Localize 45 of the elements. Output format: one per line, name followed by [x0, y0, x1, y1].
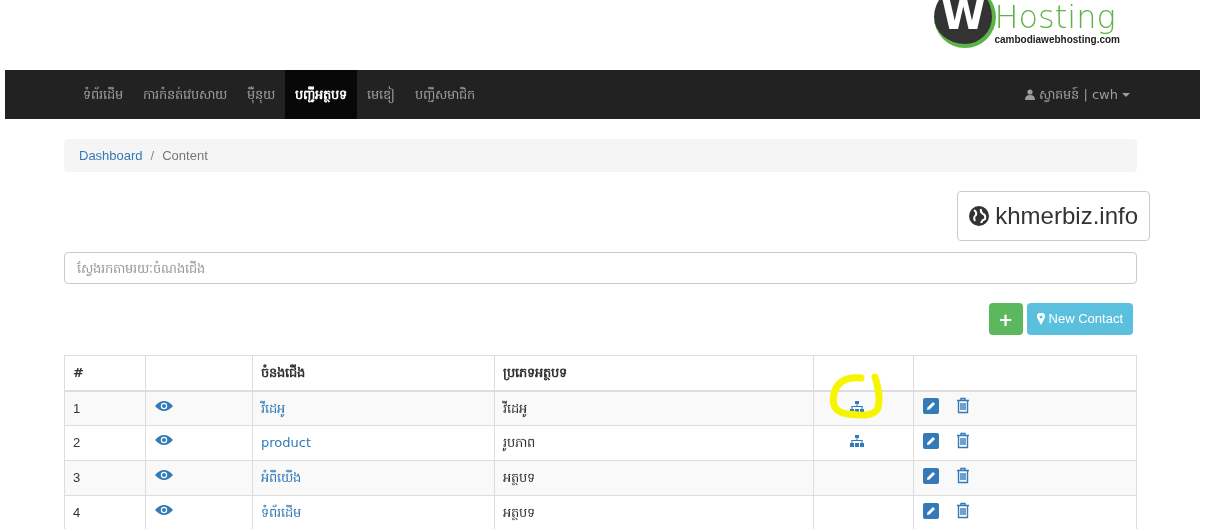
title-link[interactable]: អំពីយើង	[261, 470, 301, 486]
eye-icon[interactable]	[154, 433, 174, 448]
user-menu[interactable]: ស្វាគមន៍ | cwh	[1039, 84, 1118, 105]
eye-icon[interactable]	[154, 398, 174, 413]
eye-icon[interactable]	[154, 468, 174, 483]
row-number: 2	[73, 435, 81, 451]
edit-icon[interactable]	[923, 397, 939, 414]
logo: W Hosting cambodiawebhosting.com	[934, 0, 1120, 46]
type-cell: រូបភាព	[503, 435, 535, 451]
trash-icon[interactable]	[956, 467, 970, 484]
search-field[interactable]: ស្វែងរកតាមរយៈចំណងជើង	[64, 252, 1137, 284]
column-header: ចំនងជើង	[261, 365, 305, 380]
breadcrumb-separator: /	[150, 146, 155, 165]
type-cell: វីដេអូ	[503, 400, 527, 416]
edit-icon[interactable]	[923, 467, 939, 484]
type-cell: អត្ថបទ	[503, 470, 535, 486]
trash-icon[interactable]	[956, 432, 970, 449]
eye-icon[interactable]	[154, 503, 174, 518]
column-header: #	[73, 365, 84, 380]
column-header: ប្រភេទអត្ថបទ	[503, 365, 567, 380]
nav-link[interactable]: ទំព័រដើម	[73, 70, 133, 119]
row-number: 1	[73, 400, 81, 416]
row-number: 3	[73, 470, 81, 486]
title-link[interactable]: product	[261, 435, 311, 451]
breadcrumb-current: Content	[162, 146, 208, 165]
type-cell: អត្ថបទ	[503, 505, 535, 521]
user-icon	[1025, 89, 1036, 100]
sitemap-icon[interactable]	[850, 435, 864, 448]
nav-link[interactable]: បញ្ជីអត្ថបទ	[285, 70, 357, 119]
title-link[interactable]: វីដេអូ	[261, 400, 285, 416]
nav-link[interactable]: ការកំនត់វេបសាយ	[133, 70, 237, 119]
edit-icon[interactable]	[923, 502, 939, 519]
sitemap-icon[interactable]	[850, 400, 864, 413]
trash-icon[interactable]	[956, 502, 970, 519]
nav-link[interactable]: ម៉ឺនុយ	[237, 70, 285, 119]
site-button[interactable]: khmerbiz.info	[957, 191, 1150, 241]
title-link[interactable]: ទំព័រដើម	[261, 505, 301, 521]
nav-link[interactable]: មេឌៀ	[357, 70, 405, 119]
row-number: 4	[73, 505, 81, 521]
edit-icon[interactable]	[923, 432, 939, 449]
nav-link[interactable]: បញ្ជីសមាជិក	[405, 70, 485, 119]
trash-icon[interactable]	[956, 397, 970, 415]
breadcrumb-link[interactable]: Dashboard	[79, 145, 143, 166]
caret-icon[interactable]	[1122, 92, 1130, 97]
map-pin-icon	[1036, 313, 1045, 325]
